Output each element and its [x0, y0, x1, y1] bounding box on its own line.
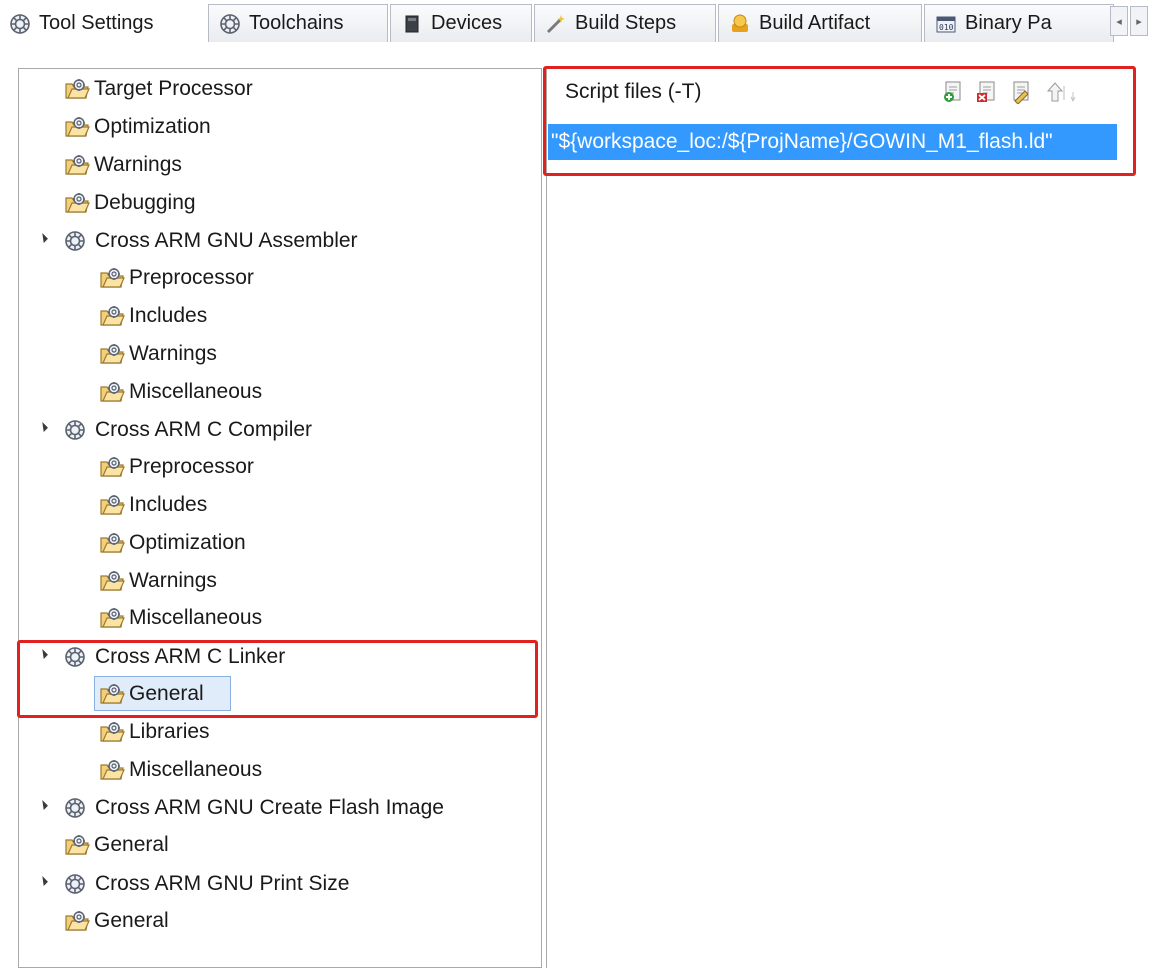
tree-item-label: Optimization	[129, 531, 246, 554]
tree-item-warnings[interactable]: Warnings	[64, 148, 182, 182]
tab-devices[interactable]: Devices	[390, 4, 532, 42]
folder-icon	[99, 531, 125, 555]
tree-item-warnings[interactable]: Warnings	[99, 564, 217, 598]
tab-bar: Tool Settings Toolchains Devices Build S…	[0, 0, 1150, 46]
tree-item-miscellaneous[interactable]: Miscellaneous	[99, 753, 262, 787]
script-files-highlight-box	[543, 66, 1136, 176]
tree-item-label: Preprocessor	[129, 266, 254, 289]
tab-binary-parsers[interactable]: 010 Binary Pa	[924, 4, 1114, 42]
gear-icon	[64, 230, 86, 252]
tab-build-artifact[interactable]: Build Artifact	[718, 4, 922, 42]
tree-item-cross-arm-c-compiler[interactable]: Cross ARM C Compiler	[64, 413, 312, 447]
tree-item-label: General	[94, 833, 169, 856]
tab-label: Tool Settings	[39, 12, 154, 34]
tree-item-cross-arm-gnu-print-size[interactable]: Cross ARM GNU Print Size	[64, 867, 349, 901]
artifact-icon	[732, 14, 748, 32]
tree-item-label: Warnings	[129, 569, 217, 592]
gear-icon	[64, 873, 86, 895]
tab-toolchains[interactable]: Toolchains	[208, 4, 388, 42]
tree-item-label: Target Processor	[94, 77, 253, 100]
options-panel	[546, 68, 1150, 968]
tab-label: Binary Pa	[965, 12, 1052, 34]
folder-icon	[99, 455, 125, 479]
tree-item-label: Includes	[129, 304, 208, 327]
tree-item-debugging[interactable]: Debugging	[64, 186, 196, 220]
tree-item-target-processor[interactable]: Target Processor	[64, 72, 253, 106]
folder-icon	[99, 342, 125, 366]
tree-item-label: Cross ARM GNU Assembler	[95, 229, 358, 252]
tree-item-label: Miscellaneous	[129, 380, 263, 403]
tree-item-optimization[interactable]: Optimization	[64, 110, 211, 144]
tree-item-cross-arm-gnu-create-flash-image[interactable]: Cross ARM GNU Create Flash Image	[64, 791, 444, 825]
linker-highlight-box	[17, 640, 538, 718]
tree-item-label: General	[94, 909, 169, 932]
tree-item-preprocessor[interactable]: Preprocessor	[99, 261, 254, 295]
folder-icon	[64, 833, 90, 857]
tab-label: Toolchains	[249, 12, 344, 34]
tree-item-libraries[interactable]: Libraries	[99, 715, 210, 749]
tab-scroll-left-button[interactable]: ◂	[1110, 6, 1128, 36]
gear-icon	[9, 13, 31, 35]
tab-label: Build Artifact	[759, 12, 871, 34]
gear-icon	[219, 13, 241, 35]
tree-item-label: Debugging	[94, 191, 196, 214]
folder-icon	[64, 153, 90, 177]
gear-icon	[64, 419, 86, 441]
tab-scroll-right-button[interactable]: ▸	[1130, 6, 1148, 36]
folder-icon	[99, 758, 125, 782]
tree-item-miscellaneous[interactable]: Miscellaneous	[99, 375, 262, 409]
folder-icon	[99, 380, 125, 404]
tree-item-general[interactable]: General	[64, 904, 169, 938]
folder-icon	[99, 606, 125, 630]
tree-item-label: Cross ARM GNU Print Size	[95, 872, 350, 895]
tree-item-miscellaneous[interactable]: Miscellaneous	[99, 601, 262, 635]
tree-item-label: Includes	[129, 493, 208, 516]
tree-item-warnings[interactable]: Warnings	[99, 337, 217, 371]
tree-item-label: Miscellaneous	[129, 606, 263, 629]
folder-icon	[64, 115, 90, 139]
tree-item-optimization[interactable]: Optimization	[99, 526, 246, 560]
tree-item-label: Optimization	[94, 115, 211, 138]
folder-icon	[99, 720, 125, 744]
tab-tool-settings[interactable]: Tool Settings	[0, 0, 200, 46]
tree-item-preprocessor[interactable]: Preprocessor	[99, 450, 254, 484]
gear-icon	[64, 797, 86, 819]
tree-item-cross-arm-gnu-assembler[interactable]: Cross ARM GNU Assembler	[64, 224, 358, 258]
tab-label: Devices	[431, 12, 503, 34]
tree-item-label: Warnings	[94, 153, 182, 176]
folder-icon	[99, 304, 125, 328]
wand-icon	[546, 14, 565, 33]
tree-item-label: Cross ARM C Compiler	[95, 418, 313, 441]
tree-item-includes[interactable]: Includes	[99, 299, 207, 333]
svg-text:010: 010	[939, 23, 954, 32]
tree-item-general[interactable]: General	[64, 828, 169, 862]
binary-icon: 010	[936, 16, 956, 32]
chip-icon	[405, 15, 419, 32]
folder-icon	[99, 266, 125, 290]
tree-item-label: Warnings	[129, 342, 217, 365]
tree-item-label: Cross ARM GNU Create Flash Image	[95, 796, 444, 819]
folder-icon	[64, 77, 90, 101]
tree-item-label: Miscellaneous	[129, 758, 263, 781]
tab-label: Build Steps	[575, 12, 677, 34]
folder-icon	[99, 569, 125, 593]
tab-build-steps[interactable]: Build Steps	[534, 4, 716, 42]
folder-icon	[64, 909, 90, 933]
tree-item-includes[interactable]: Includes	[99, 488, 207, 522]
tree-item-label: Libraries	[129, 720, 210, 743]
folder-icon	[99, 493, 125, 517]
tree-item-label: Preprocessor	[129, 455, 254, 478]
folder-icon	[64, 191, 90, 215]
